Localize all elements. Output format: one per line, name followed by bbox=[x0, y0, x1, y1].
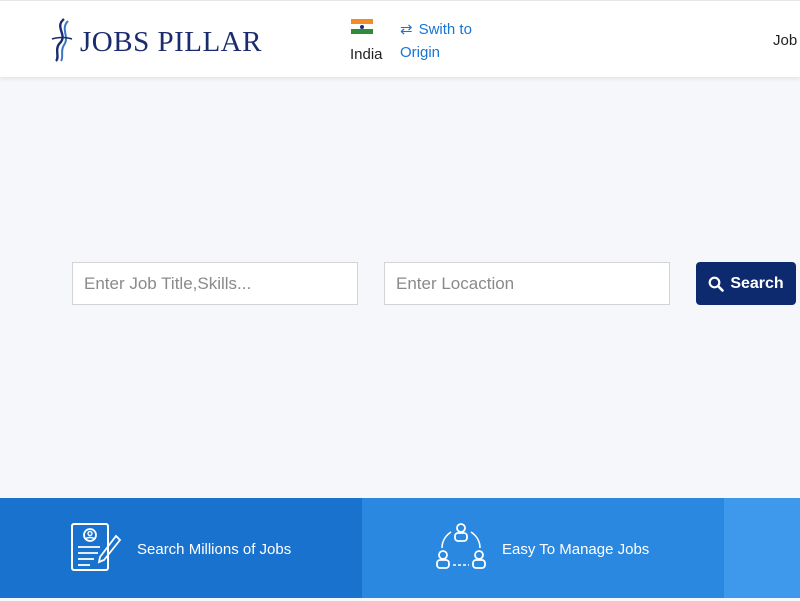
feature-third-partial bbox=[724, 498, 800, 598]
switch-to-origin-link[interactable]: ⇄ Swith to Origin bbox=[400, 18, 472, 64]
site-header: JOBS PILLAR India ⇄ Swith to Origin Job bbox=[0, 0, 800, 77]
job-title-field-wrapper bbox=[72, 262, 358, 305]
search-bar: Search bbox=[0, 262, 800, 305]
logo-text: JOBS PILLAR bbox=[80, 25, 262, 58]
switch-line2: Origin bbox=[400, 44, 441, 61]
nav-jobs-link[interactable]: Job bbox=[773, 32, 797, 49]
location-input[interactable] bbox=[385, 263, 669, 304]
feature-label: Easy To Manage Jobs bbox=[502, 541, 650, 558]
resume-document-icon bbox=[71, 523, 122, 571]
country-selector[interactable]: India bbox=[350, 19, 390, 63]
india-flag-icon bbox=[351, 19, 373, 34]
location-field-wrapper bbox=[384, 262, 670, 305]
job-title-input[interactable] bbox=[73, 263, 357, 304]
search-button-label: Search bbox=[730, 274, 784, 292]
feature-search-jobs: Search Millions of Jobs bbox=[0, 498, 362, 598]
site-logo[interactable]: JOBS PILLAR bbox=[48, 17, 262, 63]
team-cycle-icon bbox=[436, 523, 486, 569]
switch-line1: Swith to bbox=[418, 21, 472, 38]
search-icon bbox=[708, 276, 725, 292]
search-button[interactable]: Search bbox=[696, 262, 796, 305]
swap-arrows-icon: ⇄ bbox=[400, 21, 413, 38]
features-strip: Search Millions of Jobs Easy To Manage J… bbox=[0, 498, 800, 601]
country-name: India bbox=[350, 46, 383, 63]
feature-manage-jobs: Easy To Manage Jobs bbox=[362, 498, 724, 598]
jobs-pillar-logo-icon bbox=[51, 18, 73, 62]
feature-label: Search Millions of Jobs bbox=[137, 541, 292, 558]
